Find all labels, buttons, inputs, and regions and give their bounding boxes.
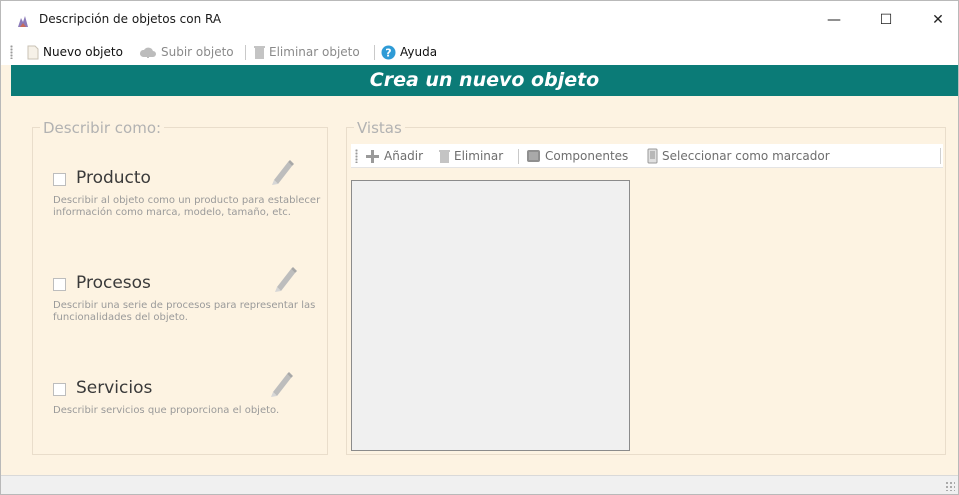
toolbar-grip[interactable] bbox=[10, 45, 13, 59]
describe-as-legend: Describir como: bbox=[40, 119, 165, 137]
trash-icon bbox=[254, 45, 265, 59]
add-view-button[interactable]: Añadir bbox=[365, 148, 423, 164]
producto-label[interactable]: Producto bbox=[76, 168, 151, 188]
plus-icon bbox=[366, 149, 379, 163]
main-toolbar: Nuevo objeto Subir objeto Eliminar objet… bbox=[1, 39, 958, 65]
window-title: Descripción de objetos con RA bbox=[39, 12, 222, 26]
new-object-button[interactable]: Nuevo objeto bbox=[27, 43, 123, 61]
servicios-label[interactable]: Servicios bbox=[76, 378, 152, 398]
help-label: Ayuda bbox=[400, 45, 438, 59]
resize-grip-icon[interactable] bbox=[945, 481, 955, 491]
new-object-label: Nuevo objeto bbox=[43, 45, 123, 59]
delete-view-label: Eliminar bbox=[454, 149, 504, 163]
edit-pencil-icon[interactable] bbox=[271, 263, 299, 293]
delete-object-button[interactable]: Eliminar objeto bbox=[254, 43, 360, 61]
maximize-button[interactable]: ☐ bbox=[863, 1, 909, 39]
toolbar-separator bbox=[245, 45, 246, 60]
trash-icon bbox=[439, 149, 450, 163]
components-label: Componentes bbox=[545, 149, 629, 163]
app-window: Descripción de objetos con RA — ☐ ✕ Nuev… bbox=[0, 0, 959, 495]
set-marker-button[interactable]: Seleccionar como marcador bbox=[647, 148, 830, 164]
marker-device-icon bbox=[647, 148, 658, 164]
procesos-checkbox[interactable] bbox=[53, 278, 66, 291]
new-document-icon bbox=[27, 45, 39, 59]
upload-object-button[interactable]: Subir objeto bbox=[139, 43, 234, 61]
views-legend: Vistas bbox=[354, 119, 405, 137]
help-icon: ? bbox=[381, 45, 396, 59]
add-view-label: Añadir bbox=[384, 149, 424, 163]
minimize-button[interactable]: — bbox=[811, 1, 857, 39]
title-bar[interactable]: Descripción de objetos con RA — ☐ ✕ bbox=[1, 1, 958, 39]
procesos-label[interactable]: Procesos bbox=[76, 273, 151, 293]
toolbar-separator bbox=[374, 45, 375, 60]
edit-pencil-icon[interactable] bbox=[267, 368, 295, 398]
toolbar-separator bbox=[518, 149, 519, 164]
edit-pencil-icon[interactable] bbox=[268, 156, 296, 186]
close-button[interactable]: ✕ bbox=[915, 1, 958, 39]
upload-object-label: Subir objeto bbox=[161, 45, 234, 59]
status-bar bbox=[1, 475, 958, 494]
svg-text:?: ? bbox=[385, 46, 391, 59]
producto-checkbox[interactable] bbox=[53, 173, 66, 186]
producto-description: Describir al objeto como un producto par… bbox=[53, 195, 321, 218]
view-preview-panel[interactable] bbox=[351, 180, 630, 451]
views-group: Vistas Añadir Eliminar Componentes Selec… bbox=[346, 119, 946, 455]
components-button[interactable]: Componentes bbox=[526, 148, 628, 164]
set-marker-label: Seleccionar como marcador bbox=[662, 149, 830, 163]
views-toolbar-grip[interactable] bbox=[355, 149, 358, 163]
toolbar-end-line bbox=[940, 148, 941, 164]
help-button[interactable]: ? Ayuda bbox=[381, 43, 437, 61]
page-title: Crea un nuevo objeto bbox=[11, 65, 958, 96]
procesos-description: Describir una serie de procesos para rep… bbox=[53, 300, 316, 323]
delete-object-label: Eliminar objeto bbox=[269, 45, 360, 59]
servicios-description: Describir servicios que proporciona el o… bbox=[53, 405, 280, 416]
components-icon bbox=[527, 150, 540, 162]
cloud-upload-icon bbox=[139, 47, 156, 58]
describe-as-group: Describir como: Producto Describir al ob… bbox=[32, 119, 328, 455]
left-margin bbox=[1, 65, 11, 475]
views-toolbar: Añadir Eliminar Componentes Seleccionar … bbox=[351, 144, 943, 168]
app-logo-icon bbox=[18, 16, 28, 27]
servicios-checkbox[interactable] bbox=[53, 383, 66, 396]
delete-view-button[interactable]: Eliminar bbox=[439, 148, 503, 164]
